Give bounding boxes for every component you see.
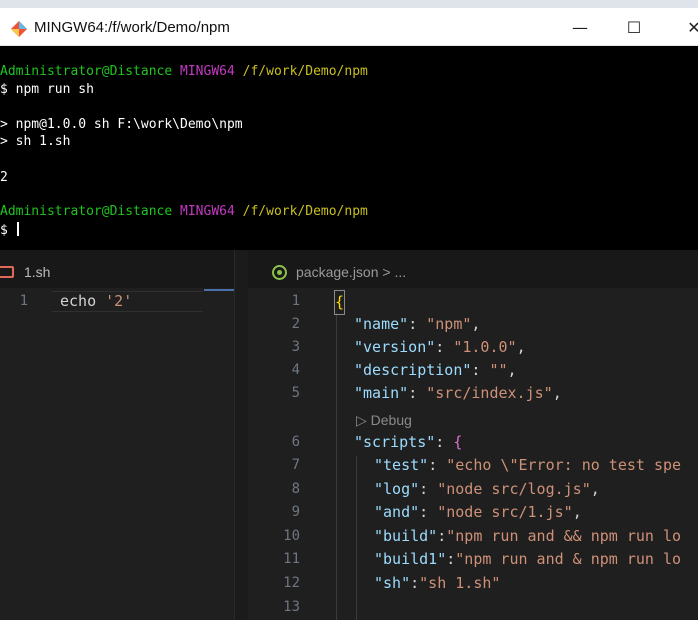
json-value: "" [489,361,508,379]
code-line[interactable]: "build1":"npm run and & npm run lo [374,548,681,571]
code-line[interactable]: "and": "node src/1.js", [374,501,582,524]
command-line: $ npm run sh [0,82,94,97]
sh-argument: '2' [105,292,133,310]
json-value: "node src/log.js" [437,480,591,498]
code-line[interactable]: "name": "npm", [354,313,480,336]
text-cursor [16,222,19,236]
json-value: "npm" [426,315,472,333]
script-header-line: > npm@1.0.0 sh F:\work\Demo\npm [0,117,243,132]
line-number: 13 [283,599,300,615]
matched-brace: { [334,290,346,315]
breadcrumb-file: package.json [296,264,379,280]
line-number: 1 [291,293,300,309]
line-number: 9 [291,504,300,520]
code-line[interactable]: echo '2' [60,290,132,313]
breadcrumb-suffix: > ... [378,264,407,280]
code-editor: 1.sh 1 echo '2' package.json > ... 1 2 3… [0,250,698,620]
json-key: "scripts" [354,433,436,451]
line-number: 5 [291,385,300,401]
json-value: "sh 1.sh" [419,574,501,592]
debug-codelens[interactable]: ▷ Debug [356,412,412,429]
json-key: "description" [354,361,472,379]
code-line[interactable]: "description": "", [354,359,517,382]
editor-pane-right: package.json > ... 1 2 3 4 5 6 7 8 9 10 … [248,250,698,620]
code-line[interactable]: "build":"npm run and && npm run lo [374,525,681,548]
editor-pane-left: 1.sh 1 echo '2' [0,250,234,620]
close-button[interactable]: ✕ [674,16,698,40]
code-line[interactable]: "scripts": { [354,431,462,454]
json-key: "name" [354,315,409,333]
code-line[interactable]: "main": "src/index.js", [354,382,562,405]
breadcrumb[interactable]: package.json > ... [296,264,406,280]
line-number: 8 [291,481,300,497]
line-number: 2 [291,316,300,332]
prompt-env: MINGW64 [180,64,235,79]
json-value: "src/index.js" [426,384,553,402]
shell-file-icon [0,266,14,278]
line-number: 12 [283,575,300,591]
code-line[interactable]: { [334,290,346,315]
line-number: 7 [291,457,300,473]
code-line[interactable]: "version": "1.0.0", [354,336,526,359]
json-key: "version" [354,338,436,356]
json-key: "log" [374,480,420,498]
line-number: 10 [283,528,300,544]
prompt-env: MINGW64 [180,204,235,219]
terminal-output[interactable]: Administrator@Distance MINGW64 /f/work/D… [0,46,698,250]
line-number: 3 [291,339,300,355]
line-number: 1 [19,293,28,309]
json-value: "npm run and & npm run lo [455,550,682,568]
code-line[interactable]: "test": "echo \"Error: no test spe [374,454,681,477]
output-line: 2 [0,170,8,185]
indent-guide [356,456,357,620]
minimize-button[interactable]: — [560,16,600,40]
code-line[interactable]: "log": "node src/log.js", [374,478,600,501]
prompt-line-1: Administrator@Distance MINGW64 /f/work/D… [0,64,368,80]
json-value: "1.0.0" [453,338,517,356]
prompt-user: Administrator@Distance [0,64,173,79]
tab-label: 1.sh [24,264,51,280]
tab-package-json[interactable]: package.json > ... [248,250,448,288]
prompt-symbol: $ [0,223,16,238]
window-title: MINGW64:/f/work/Demo/npm [34,19,230,36]
prompt-path: /f/work/Demo/npm [242,64,368,79]
line-number: 11 [283,551,300,567]
tab-bar-right: package.json > ... [248,250,698,288]
git-bash-icon [11,21,27,37]
line-number: 6 [291,434,300,450]
json-key: "build1" [374,550,447,568]
prompt-user: Administrator@Distance [0,204,173,219]
json-key: "build" [374,527,438,545]
json-key: "and" [374,503,420,521]
json-key: "sh" [374,574,411,592]
tab-1sh[interactable]: 1.sh [0,250,90,288]
input-line[interactable]: $ [0,222,19,239]
json-value: "npm run and && npm run lo [446,527,682,545]
code-line[interactable]: "sh":"sh 1.sh" [374,572,500,595]
scroll-indicator [204,289,234,291]
indent-guide [336,313,337,620]
script-command-line: > sh 1.sh [0,134,71,149]
terminal-titlebar[interactable]: MINGW64:/f/work/Demo/npm — ☐ ✕ [0,8,698,46]
prompt-line-2: Administrator@Distance MINGW64 /f/work/D… [0,204,368,220]
line-number: 4 [291,362,300,378]
json-key: "test" [374,456,429,474]
json-value: "echo \"Error: no test spe [446,456,682,474]
pane-divider[interactable] [234,250,248,620]
prompt-path: /f/work/Demo/npm [242,204,368,219]
json-brace: { [453,433,463,451]
json-value: "node src/1.js" [437,503,573,521]
sh-command: echo [60,292,106,310]
json-key: "main" [354,384,409,402]
tab-bar-left: 1.sh [0,250,234,288]
json-file-icon [272,265,287,280]
maximize-button[interactable]: ☐ [614,16,654,40]
top-edge-strip [0,0,698,8]
